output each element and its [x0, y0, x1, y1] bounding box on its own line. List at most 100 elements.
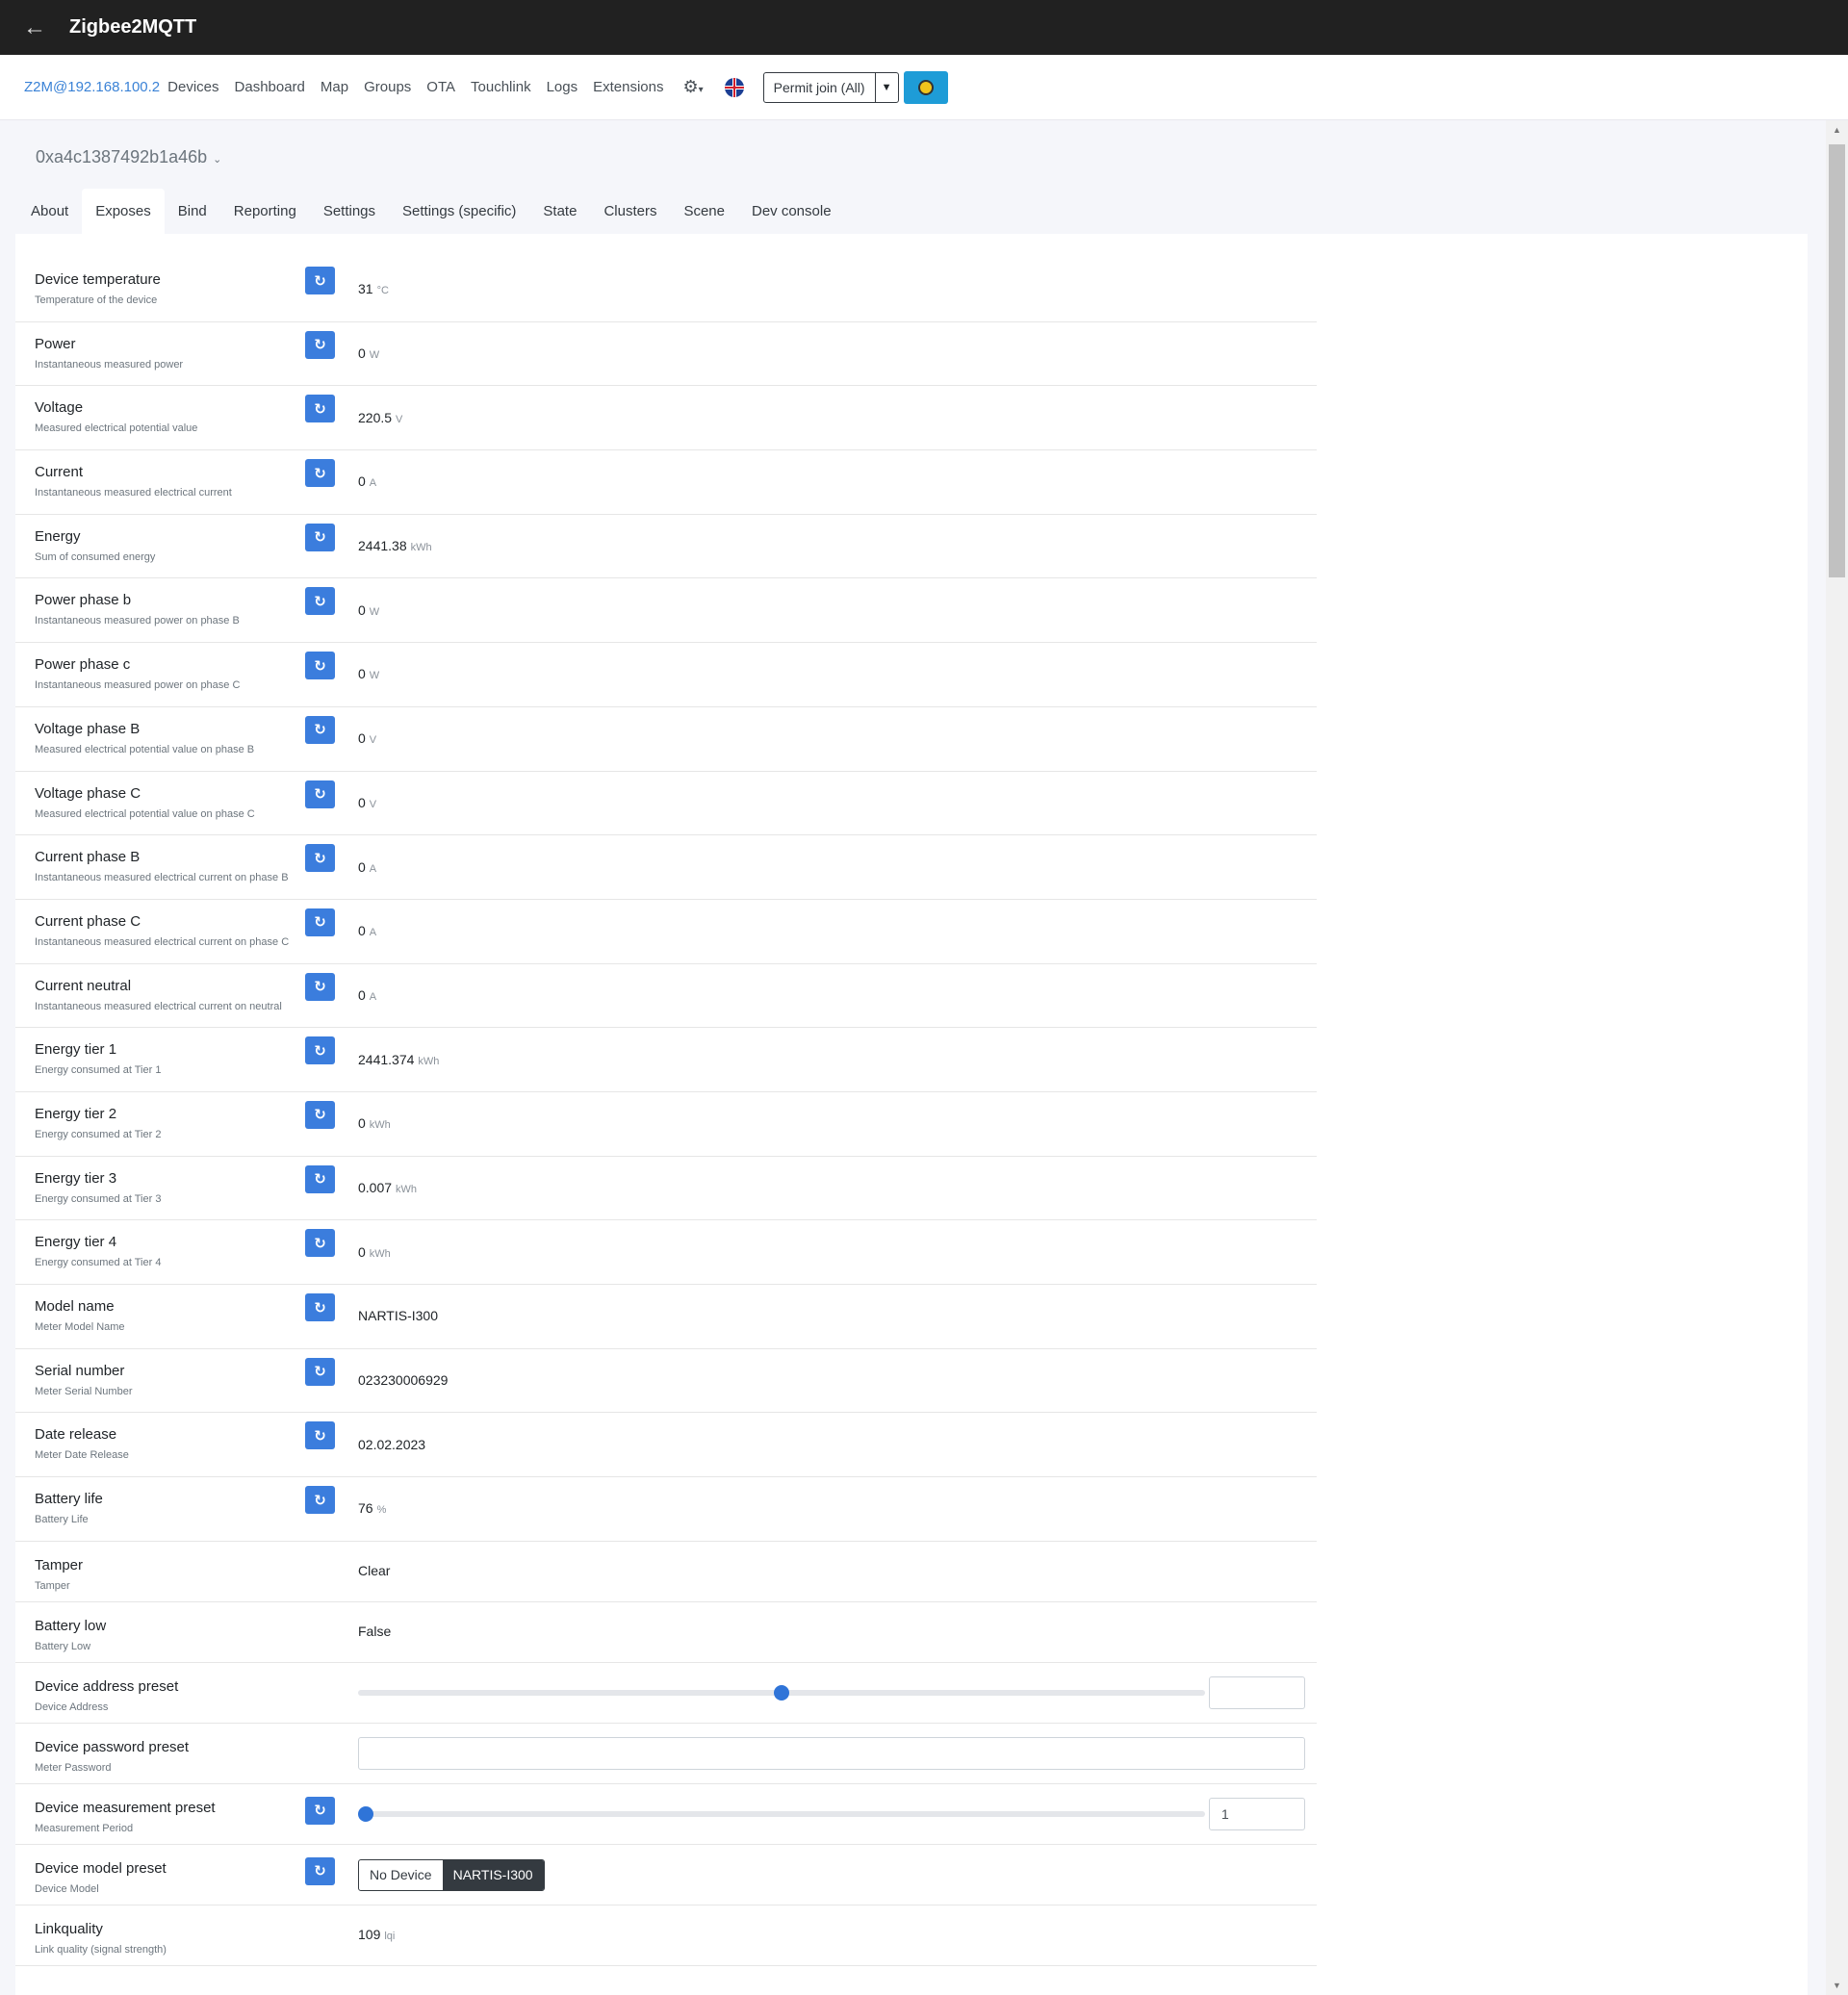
refresh-icon[interactable]: ↻	[305, 1036, 335, 1065]
refresh-icon[interactable]: ↻	[305, 395, 335, 423]
slider-handle[interactable]	[358, 1806, 373, 1823]
refresh-icon[interactable]: ↻	[305, 908, 335, 936]
refresh-icon[interactable]: ↻	[305, 1100, 335, 1129]
refresh-icon[interactable]: ↻	[305, 1421, 335, 1450]
expose-value: 0W	[358, 602, 379, 618]
value-slider[interactable]	[358, 1685, 1205, 1701]
expose-description: Sum of consumed energy	[35, 550, 156, 563]
expose-description: Meter Password	[35, 1761, 112, 1774]
expose-row-battery-life: Battery life Battery Life ↻ 76%	[15, 1477, 1317, 1542]
expose-unit: W	[369, 349, 380, 362]
expose-unit: °C	[376, 285, 389, 297]
expose-description: Energy consumed at Tier 2	[35, 1128, 162, 1140]
permit-join-button[interactable]: Permit join (All)	[764, 73, 875, 102]
expose-description: Link quality (signal strength)	[35, 1943, 167, 1956]
arrow-left-icon[interactable]: ←	[0, 0, 69, 55]
value-number-input[interactable]: 1	[1209, 1798, 1305, 1831]
refresh-icon[interactable]: ↻	[305, 1164, 335, 1193]
exposes-list: Device temperature Temperature of the dev…	[15, 258, 1317, 1966]
scrollbar-thumb[interactable]	[1829, 144, 1845, 577]
refresh-icon[interactable]: ↻	[305, 267, 335, 294]
model-option-no-device[interactable]: No Device	[359, 1860, 443, 1890]
expose-value: Clear	[358, 1563, 390, 1578]
expose-value: 0V	[358, 730, 376, 746]
expose-unit: W	[369, 605, 380, 618]
expose-value-number: 31	[358, 281, 373, 297]
chevron-down-icon[interactable]: ▼	[874, 72, 898, 102]
refresh-icon[interactable]: ↻	[305, 1357, 335, 1386]
nav-link-groups[interactable]: Groups	[364, 79, 411, 95]
uk-flag-icon[interactable]	[724, 77, 744, 97]
tab-scene[interactable]: Scene	[670, 189, 738, 235]
refresh-icon[interactable]: ↻	[305, 844, 335, 873]
nav-link-devices[interactable]: Devices	[167, 79, 218, 95]
refresh-icon[interactable]: ↻	[305, 715, 335, 744]
health-button[interactable]	[903, 70, 948, 104]
expose-row-current: Current Instantaneous measured electrical…	[15, 450, 1317, 515]
nav-link-dashboard[interactable]: Dashboard	[235, 79, 305, 95]
expose-value: 0 kWh	[358, 1115, 391, 1131]
tab-dev-console[interactable]: Dev console	[738, 189, 845, 235]
expose-row-current-phase-b: Current phase B Instantaneous measured el…	[15, 835, 1317, 900]
device-selector[interactable]: 0xa4c1387492b1a46b ⌄	[36, 147, 221, 167]
expose-unit: A	[369, 477, 377, 490]
refresh-icon[interactable]: ↻	[305, 587, 335, 616]
expose-row-current-neutral: Current neutral Instantaneous measured el…	[15, 964, 1317, 1029]
expose-name: Device model preset	[35, 1859, 167, 1877]
value-number-input[interactable]	[1209, 1676, 1305, 1710]
refresh-icon[interactable]: ↻	[305, 780, 335, 808]
expose-value: 0A	[358, 473, 376, 489]
tab-exposes[interactable]: Exposes	[82, 189, 165, 235]
tab-settings[interactable]: Settings	[310, 189, 389, 235]
nav-link-ota[interactable]: OTA	[426, 79, 455, 95]
expose-name: Current phase C	[35, 912, 141, 930]
exposes-card: Device temperature Temperature of the dev…	[15, 234, 1808, 1995]
expose-name: Power	[35, 335, 76, 352]
refresh-icon[interactable]: ↻	[305, 330, 335, 359]
nav-link-touchlink[interactable]: Touchlink	[471, 79, 531, 95]
tab-state[interactable]: State	[529, 189, 590, 235]
scroll-down-arrow-icon[interactable]: ▼	[1826, 1981, 1848, 1990]
model-option-nartis-i300[interactable]: NARTIS-I300	[442, 1860, 544, 1891]
refresh-icon[interactable]: ↻	[305, 1856, 335, 1885]
nav-brand-link[interactable]: Z2M@192.168.100.2	[24, 79, 160, 95]
nav-link-logs[interactable]: Logs	[547, 79, 578, 95]
tab-about[interactable]: About	[17, 189, 82, 235]
tab-reporting[interactable]: Reporting	[220, 189, 310, 235]
refresh-icon[interactable]: ↻	[305, 1486, 335, 1515]
chevron-down-icon: ⌄	[213, 154, 222, 166]
expose-description: Instantaneous measured electrical curren…	[35, 872, 289, 884]
refresh-icon[interactable]: ↻	[305, 1229, 335, 1258]
refresh-icon[interactable]: ↻	[305, 459, 335, 488]
expose-name: Current phase B	[35, 849, 141, 866]
refresh-icon[interactable]: ↻	[305, 1796, 335, 1825]
refresh-icon[interactable]: ↻	[305, 523, 335, 551]
expose-value-number: False	[358, 1624, 392, 1640]
slider-handle[interactable]	[774, 1685, 789, 1701]
expose-description: Temperature of the device	[35, 294, 158, 306]
expose-description: Tamper	[35, 1579, 70, 1592]
expose-value: 0 kWh	[358, 1244, 391, 1260]
expose-name: Battery low	[35, 1617, 107, 1634]
nav-link-map[interactable]: Map	[321, 79, 348, 95]
expose-row-device-address-preset: Device address preset Device Address	[15, 1663, 1317, 1724]
value-slider[interactable]	[358, 1806, 1205, 1823]
expose-description: Instantaneous measured power on phase B	[35, 615, 240, 627]
expose-description: Instantaneous measured electrical curren…	[35, 487, 232, 499]
device-id: 0xa4c1387492b1a46b	[36, 147, 208, 166]
page-scrollbar[interactable]: ▲ ▼	[1826, 120, 1848, 1995]
nav-link-extensions[interactable]: Extensions	[593, 79, 663, 95]
expose-row-device-model-preset: Device model preset Device Model ↻ No Devic…	[15, 1845, 1317, 1905]
tab-clusters[interactable]: Clusters	[590, 189, 670, 235]
tab-bind[interactable]: Bind	[165, 189, 220, 235]
tab-settings-specific[interactable]: Settings (specific)	[389, 189, 529, 235]
expose-value: NARTIS-I300	[358, 1308, 438, 1323]
password-text-input[interactable]	[358, 1737, 1305, 1771]
scroll-up-arrow-icon[interactable]: ▲	[1826, 125, 1848, 135]
expose-value-number: 220.5	[358, 409, 393, 425]
refresh-icon[interactable]: ↻	[305, 972, 335, 1001]
refresh-icon[interactable]: ↻	[305, 652, 335, 680]
gear-icon[interactable]: ⚙▾	[682, 77, 703, 97]
refresh-icon[interactable]: ↻	[305, 1293, 335, 1321]
expose-value: False	[358, 1624, 391, 1639]
